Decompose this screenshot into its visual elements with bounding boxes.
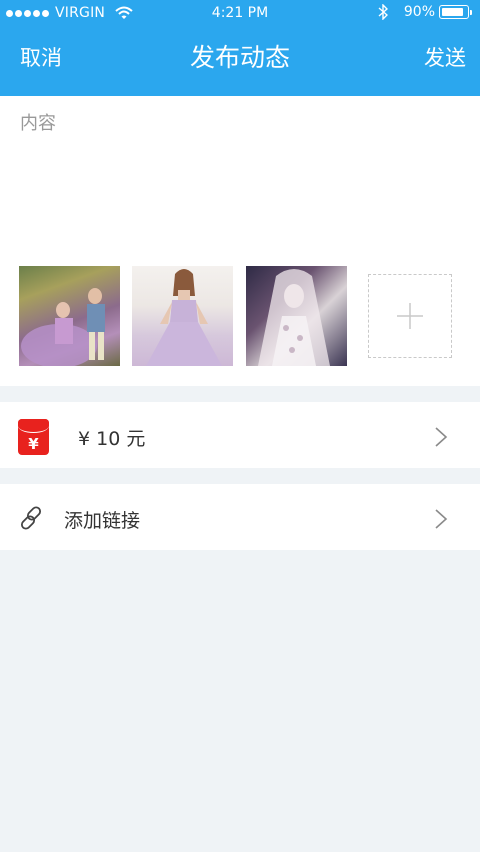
red-packet-icon: ¥ — [18, 419, 49, 455]
battery-icon — [439, 5, 469, 19]
compose-card — [0, 96, 480, 386]
red-packet-symbol: ¥ — [28, 435, 39, 453]
page-title: 发布动态 — [189, 43, 290, 72]
chevron-right-icon — [435, 509, 448, 529]
header-bar: VIRGIN 4:21 PM 90% 取消 发布动态 发送 — [0, 0, 480, 96]
photo-thumbnail-1[interactable] — [19, 266, 120, 366]
add-link-row[interactable]: 添加链接 — [0, 484, 480, 550]
plus-icon — [397, 303, 423, 329]
red-packet-row[interactable]: ¥ ¥ 10 元 — [0, 402, 480, 468]
status-right: 90% — [378, 4, 472, 20]
chevron-right-icon — [435, 427, 448, 447]
content-input[interactable] — [20, 109, 460, 229]
bluetooth-icon — [378, 4, 388, 20]
photo-thumbnail-2[interactable] — [132, 266, 233, 366]
add-photo-button[interactable] — [368, 274, 452, 358]
add-link-label: 添加链接 — [64, 510, 141, 532]
battery-level — [441, 7, 464, 16]
send-button[interactable]: 发送 — [424, 42, 466, 72]
photo-thumbnail-3[interactable] — [246, 266, 347, 366]
battery-cap — [470, 9, 472, 15]
battery-percent: 90% — [403, 4, 435, 20]
link-icon — [20, 506, 42, 530]
red-packet-amount: ¥ 10 元 — [78, 428, 146, 450]
status-bar: VIRGIN 4:21 PM 90% — [0, 0, 480, 28]
